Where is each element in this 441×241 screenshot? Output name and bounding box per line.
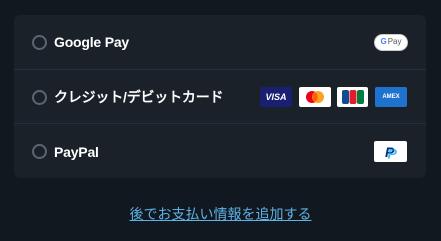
add-payment-later-link[interactable]: 後でお支払い情報を追加する — [0, 204, 441, 224]
credit-card-label: クレジット/デビットカード — [54, 89, 224, 105]
paypal-radio[interactable] — [32, 144, 47, 159]
paypal-logo-icon: P P — [374, 141, 407, 162]
paypal-label: PayPal — [54, 143, 99, 160]
google-pay-radio[interactable] — [32, 34, 47, 50]
google-pay-logo-icon: G Pay — [374, 33, 408, 51]
google-pay-label: Google Pay — [54, 34, 130, 50]
jcb-logo-icon — [337, 87, 368, 107]
payment-method-panel: Google Pay G Pay クレジット/デビットカード VISA AMEX … — [14, 15, 426, 178]
amex-logo-icon: AMEX — [375, 87, 407, 107]
svg-text:P: P — [387, 145, 397, 160]
payment-option-credit-card[interactable]: クレジット/デビットカード VISA AMEX — [14, 69, 426, 124]
visa-logo-icon: VISA — [260, 87, 292, 107]
payment-option-google-pay[interactable]: Google Pay G Pay — [14, 15, 426, 69]
mastercard-logo-icon — [299, 87, 331, 107]
payment-option-paypal[interactable]: PayPal P P — [14, 123, 426, 178]
credit-card-radio[interactable] — [32, 89, 47, 105]
